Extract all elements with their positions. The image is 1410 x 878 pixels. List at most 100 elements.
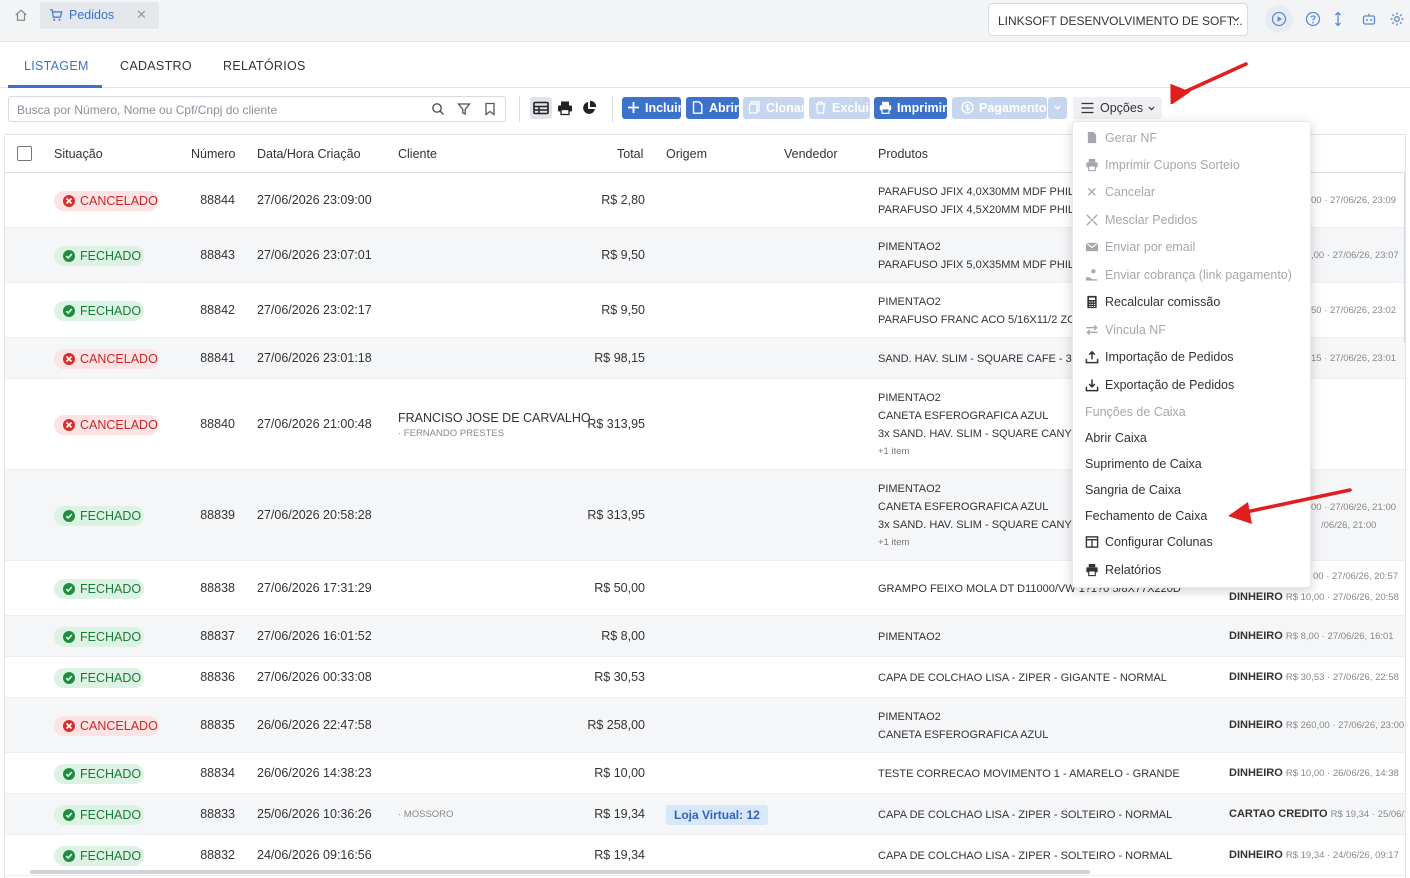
status-text: FECHADO xyxy=(80,303,142,318)
status-badge: FECHADO xyxy=(54,804,144,825)
products-cell: SAND. HAV. SLIM - SQUARE CAFE - 35/36 xyxy=(878,350,1078,368)
hand-money-icon xyxy=(1085,269,1098,281)
horizontal-scrollbar[interactable] xyxy=(30,870,1090,874)
annotation-arrow xyxy=(1228,488,1352,524)
toolbar-divider xyxy=(612,96,613,122)
product-line: CANETA ESFEROGRAFICA AZUL xyxy=(878,500,1049,513)
check-circle-icon xyxy=(63,304,75,317)
tab-relatorios[interactable]: RELATÓRIOS xyxy=(223,59,306,73)
imprimir-button[interactable]: Imprimir xyxy=(874,97,947,119)
settings-gear-icon[interactable] xyxy=(1389,11,1405,27)
pagamento-button[interactable]: Pagamento xyxy=(952,97,1047,119)
col-origem[interactable]: Origem xyxy=(666,147,707,161)
table-row[interactable]: FECHADO 88834 26/06/2026 14:38:23 R$ 10,00 T… xyxy=(5,753,1405,794)
menu-item-cancelar[interactable]: Cancelar xyxy=(1073,180,1312,206)
tab-cadastro[interactable]: CADASTRO xyxy=(120,59,192,73)
search-icon[interactable] xyxy=(431,102,445,116)
incluir-button[interactable]: Incluir xyxy=(622,97,683,119)
col-produtos[interactable]: Produtos xyxy=(878,147,928,161)
more-items-link[interactable]: +1 item xyxy=(878,534,1078,552)
pagamento-dropdown-button[interactable] xyxy=(1048,97,1067,119)
table-row[interactable]: FECHADO 88837 27/06/2026 16:01:52 R$ 8,00 PI… xyxy=(5,616,1405,657)
payment-cell: DINHEIRO R$ 19,34 · 24/06/26, 09:17 xyxy=(1229,849,1399,861)
menu-item-label: Recalcular comissão xyxy=(1105,295,1221,309)
vertical-scrollbar[interactable] xyxy=(1404,173,1405,343)
table-row[interactable]: FECHADO 88833 25/06/2026 10:36:26 · MOSSORO… xyxy=(5,794,1405,835)
tab-pedidos[interactable]: Pedidos ✕ xyxy=(40,2,159,29)
chevron-down-icon xyxy=(1054,105,1061,110)
table-row[interactable]: CANCELADO 88835 26/06/2026 22:47:58 R$ 258,… xyxy=(5,698,1405,753)
menu-item-imprimir-cupons-sorteio[interactable]: Imprimir Cupons Sorteio xyxy=(1073,153,1312,179)
payment-detail: R$ 8,00 · 27/06/26, 16:01 xyxy=(1285,630,1394,642)
tab-listagem[interactable]: LISTAGEM xyxy=(24,59,89,73)
menu-section-funcoes-de-caixa: Funções de Caixa xyxy=(1073,400,1312,426)
payment-type: DINHEIRO xyxy=(1229,670,1283,683)
abrir-button[interactable]: Abrir xyxy=(686,97,739,119)
columns-icon xyxy=(1085,536,1099,548)
company-select[interactable]: LINKSOFT DESENVOLVIMENTO DE SOFT... xyxy=(988,3,1248,36)
menu-item-enviar-por-email[interactable]: Enviar por email xyxy=(1073,235,1312,261)
menu-item-mesclar-pedidos[interactable]: Mesclar Pedidos xyxy=(1073,208,1312,234)
check-circle-icon xyxy=(63,808,75,821)
status-text: FECHADO xyxy=(80,670,142,685)
bookmark-icon[interactable] xyxy=(483,102,497,116)
menu-item-label: Fechamento de Caixa xyxy=(1085,509,1208,523)
printer-icon xyxy=(879,101,892,114)
pagamento-label: Pagamento xyxy=(979,101,1047,115)
search-input[interactable] xyxy=(17,101,427,119)
table-view-button[interactable] xyxy=(530,97,552,119)
col-total[interactable]: Total xyxy=(617,147,643,161)
sort-vertical-icon[interactable] xyxy=(1330,11,1346,27)
home-icon[interactable] xyxy=(14,8,28,22)
payment-detail: R$ 19,34 · 25/06/26 xyxy=(1330,808,1405,820)
created-at: 27/06/2026 23:01:18 xyxy=(257,350,372,365)
menu-item-vincula-nf[interactable]: Vincula NF xyxy=(1073,318,1312,344)
chart-view-button[interactable] xyxy=(578,97,600,119)
help-icon[interactable] xyxy=(1305,11,1321,27)
robot-icon[interactable] xyxy=(1361,11,1377,27)
play-button[interactable] xyxy=(1265,5,1293,33)
menu-item-importacao-de-pedidos[interactable]: Importação de Pedidos xyxy=(1073,345,1312,371)
product-line: PIMENTAO2 xyxy=(878,391,941,404)
chevron-down-icon xyxy=(1232,17,1240,22)
col-numero[interactable]: Número xyxy=(191,147,235,161)
menu-item-recalcular-comissao[interactable]: Recalcular comissão xyxy=(1073,290,1312,316)
top-bar: Pedidos ✕ LINKSOFT DESENVOLVIMENTO DE SO… xyxy=(0,0,1410,42)
check-circle-icon xyxy=(63,671,75,684)
order-total: R$ 258,00 xyxy=(587,717,645,732)
menu-item-exportacao-de-pedidos[interactable]: Exportação de Pedidos xyxy=(1073,373,1312,399)
active-tab-indicator xyxy=(8,85,102,88)
close-tab-icon[interactable]: ✕ xyxy=(136,7,147,23)
origin-tag[interactable]: Loja Virtual: 12 xyxy=(666,804,768,825)
excluir-button[interactable]: Excluir xyxy=(809,97,874,119)
col-vendedor[interactable]: Vendedor xyxy=(784,147,838,161)
created-at: 27/06/2026 23:02:17 xyxy=(257,302,372,317)
menu-item-abrir-caixa[interactable]: Abrir Caixa xyxy=(1073,426,1312,452)
merge-icon xyxy=(1086,214,1098,226)
incluir-label: Incluir xyxy=(645,101,683,115)
opcoes-button[interactable]: Opções xyxy=(1073,97,1162,119)
trash-icon xyxy=(815,101,826,114)
col-data[interactable]: Data/Hora Criação xyxy=(257,147,361,161)
menu-item-enviar-cobranca-link-pagamento[interactable]: Enviar cobrança (link pagamento) xyxy=(1073,263,1312,289)
col-situacao[interactable]: Situação xyxy=(54,147,103,161)
menu-item-label: Vincula NF xyxy=(1105,323,1166,337)
print-view-button[interactable] xyxy=(554,97,576,119)
more-items-link[interactable]: +1 item xyxy=(878,443,1078,461)
check-circle-icon xyxy=(63,849,75,862)
products-cell: TESTE CORRECAO MOVIMENTO 1 - AMARELO - G… xyxy=(878,765,1218,783)
col-cliente[interactable]: Cliente xyxy=(398,147,437,161)
table-row[interactable]: FECHADO 88836 27/06/2026 00:33:08 R$ 30,53 C… xyxy=(5,657,1405,698)
menu-item-gerar-nf[interactable]: Gerar NF xyxy=(1073,126,1312,152)
menu-item-suprimento-de-caixa[interactable]: Suprimento de Caixa xyxy=(1073,452,1312,478)
menu-item-configurar-colunas[interactable]: Configurar Colunas xyxy=(1073,530,1312,556)
status-text: FECHADO xyxy=(80,848,142,863)
status-badge: FECHADO xyxy=(54,578,144,599)
select-all-checkbox[interactable] xyxy=(17,146,32,161)
clonar-button[interactable]: Clonar xyxy=(743,97,806,119)
payment-detail: ,00 · 27/06/26, 23:07 xyxy=(1311,249,1399,261)
filter-icon[interactable] xyxy=(457,102,471,116)
order-number: 88844 xyxy=(200,192,235,207)
menu-item-relatorios[interactable]: Relatórios xyxy=(1073,558,1312,584)
payment-detail: 00 · 27/06/26, 23:09 xyxy=(1311,194,1397,206)
